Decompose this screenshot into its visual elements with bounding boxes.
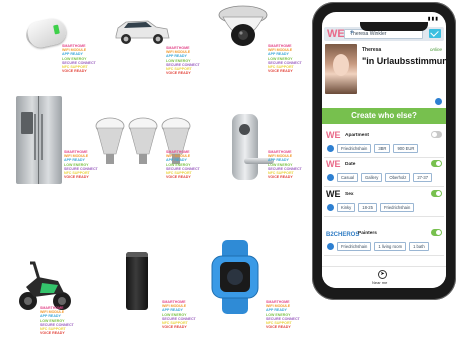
product-tag-label: VOICE READY — [40, 331, 65, 336]
online-status: online — [429, 47, 442, 52]
app-logo[interactable]: WE — [327, 28, 345, 40]
product-tags-8: SMARTHOME WIFI MODULE APP READY LOW ENERGY S… — [162, 300, 196, 330]
smart-lock-image — [232, 114, 274, 180]
product-tags-6: SMARTHOME WIFI MODULE APP READY LOW ENERGY S… — [268, 150, 302, 180]
status-quote: "in Urlaubsstimmung" — [362, 56, 446, 66]
product-tags-1: SMARTHOME WIFI MODULE APP READY LOW ENERGY S… — [62, 44, 96, 74]
category-logo: WE — [326, 130, 341, 140]
category-toggle[interactable] — [431, 160, 442, 167]
profile-card: Theresa online "in Urlaubsstimmung" — [324, 43, 446, 107]
category-toggle[interactable] — [431, 190, 442, 197]
category-toggle[interactable] — [431, 229, 442, 236]
add-filter-button[interactable] — [327, 145, 334, 152]
near-me-label[interactable]: Near me — [372, 280, 387, 285]
category-title: Painters — [358, 231, 377, 236]
filter-chips: Friedrichshain 1 living room 1 bath — [337, 242, 429, 251]
bottom-bar: ➤ Near me — [322, 266, 446, 288]
filter-chip[interactable]: 18-25 — [358, 203, 377, 212]
suv-car-image — [115, 20, 170, 44]
product-tag-label: VOICE READY — [162, 325, 187, 330]
product-tag-label: APP READY — [166, 54, 187, 59]
filter-chip[interactable]: Friedrichshain — [337, 242, 372, 251]
signal-icon: ▮▮▮ — [427, 16, 439, 22]
security-camera-image — [218, 5, 268, 46]
filter-chips: Kinky 18-25 Friedrichshain — [337, 203, 415, 212]
create-banner[interactable]: Create who else? — [322, 108, 446, 124]
product-tag-label: VOICE READY — [166, 175, 191, 180]
product-tag-label: APP READY — [64, 158, 85, 163]
add-filter-button[interactable] — [327, 204, 334, 211]
add-filter-button[interactable] — [327, 174, 334, 181]
product-tag-label: APP READY — [268, 158, 289, 163]
divider — [324, 186, 444, 187]
category-title: Sex — [345, 192, 354, 197]
smart-speaker-image — [126, 252, 148, 310]
filter-chip[interactable]: 1 living room — [374, 242, 407, 251]
profile-name: Theresa — [362, 47, 382, 53]
product-tags-7: SMARTHOME WIFI MODULE APP READY LOW ENERGY S… — [40, 306, 74, 336]
product-tags-4: SMARTHOME WIFI MODULE APP READY LOW ENERGY S… — [64, 150, 98, 180]
filter-chips: Friedrichshain 3BR 900 EUR — [337, 144, 419, 153]
electric-scooter-image — [19, 261, 71, 310]
refrigerator-image — [16, 96, 62, 184]
category-title: Date — [345, 162, 356, 167]
filter-chip[interactable]: Casual — [337, 173, 359, 182]
avatar[interactable] — [325, 44, 357, 94]
navigation-icon[interactable]: ➤ — [378, 270, 387, 279]
smart-thermostat-image — [24, 12, 74, 50]
filter-chip[interactable]: Friedrichshain — [337, 144, 372, 153]
product-tags-9: SMARTHOME WIFI MODULE APP READY LOW ENERGY S… — [266, 300, 300, 330]
filter-chip[interactable]: Kinky — [337, 203, 356, 212]
category-title: Apartment — [345, 133, 369, 138]
filter-chip[interactable]: Friedrichshain — [379, 203, 415, 212]
divider — [324, 157, 444, 158]
filter-chip[interactable]: 900 EUR — [393, 144, 419, 153]
product-tag-label: VOICE READY — [268, 175, 293, 180]
app-screen: ▮▮▮ WE Theresa Winkler ⌕ Theresa online … — [322, 12, 446, 288]
category-logo: B2CHEROS — [326, 232, 360, 238]
product-tags-5: SMARTHOME WIFI MODULE APP READY LOW ENERGY S… — [166, 150, 200, 180]
product-tag-label: VOICE READY — [268, 69, 293, 74]
product-tag-label: APP READY — [266, 308, 287, 313]
product-tag-label: APP READY — [62, 52, 83, 57]
category-toggle[interactable] — [431, 131, 442, 138]
filter-chip[interactable]: 27-37 — [413, 173, 433, 182]
filter-chip[interactable]: 3BR — [374, 144, 391, 153]
profile-action-dot[interactable] — [435, 98, 442, 105]
product-tag-label: VOICE READY — [62, 69, 87, 74]
product-tag-label: APP READY — [40, 314, 61, 319]
category-logo: WE — [326, 189, 341, 199]
divider — [324, 255, 444, 256]
filter-chip[interactable]: Oberholz — [385, 173, 411, 182]
category-logo: WE — [326, 159, 341, 169]
phone-notch — [360, 22, 428, 31]
product-tag-label: VOICE READY — [166, 71, 191, 76]
product-tags-2: SMARTHOME WIFI MODULE APP READY LOW ENERGY S… — [166, 46, 200, 76]
mail-icon[interactable] — [429, 29, 441, 38]
filter-chip[interactable]: Gallery — [361, 173, 383, 182]
divider — [324, 216, 444, 217]
product-tags-3: SMARTHOME WIFI MODULE APP READY LOW ENERGY S… — [268, 44, 302, 74]
add-filter-button[interactable] — [327, 243, 334, 250]
product-tag-label: APP READY — [162, 308, 183, 313]
product-tag-label: VOICE READY — [266, 325, 291, 330]
filter-chips: Casual Gallery Oberholz 27-37 — [337, 173, 433, 182]
smart-watch-image — [211, 240, 259, 314]
product-tag-label: VOICE READY — [64, 175, 89, 180]
product-tag-label: APP READY — [166, 158, 187, 163]
filter-chip[interactable]: 1 bath — [409, 242, 429, 251]
smartphone-frame: ▮▮▮ WE Theresa Winkler ⌕ Theresa online … — [312, 2, 456, 300]
product-tag-label: APP READY — [268, 52, 289, 57]
